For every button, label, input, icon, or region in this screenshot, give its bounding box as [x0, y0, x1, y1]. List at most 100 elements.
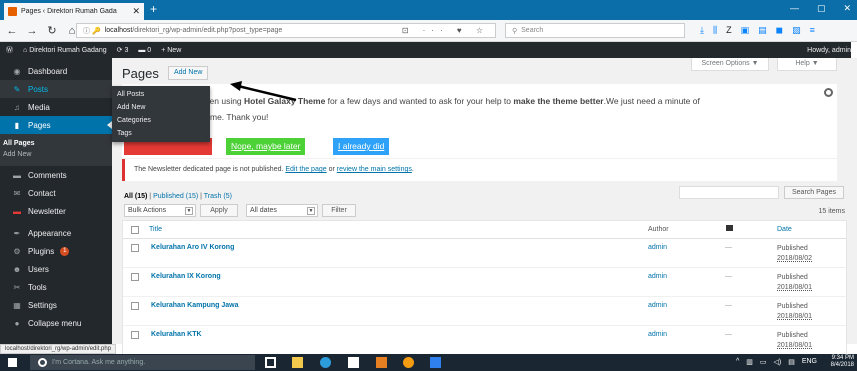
xampp-icon[interactable] — [376, 357, 387, 368]
flyout-item-categories[interactable]: Categories — [117, 114, 210, 127]
task-view-icon[interactable] — [265, 357, 276, 368]
search-pages-button[interactable]: Search Pages — [784, 186, 844, 199]
sidebar-item-settings[interactable]: ▦ Settings — [0, 296, 112, 314]
page-title-link[interactable]: Kelurahan Aro IV Korong — [151, 244, 234, 251]
language-indicator[interactable]: ENG — [802, 358, 817, 366]
forward-icon[interactable]: → — [24, 25, 40, 37]
title-column-header[interactable]: Title — [149, 226, 162, 233]
edge-icon[interactable] — [320, 357, 331, 368]
already-did-button[interactable]: I already did — [333, 138, 390, 155]
author-link[interactable]: admin — [648, 331, 667, 338]
new-content-link[interactable]: + New — [161, 47, 181, 54]
minimize-icon[interactable]: — — [790, 3, 799, 14]
maybe-later-button[interactable]: Nope, maybe later — [226, 138, 306, 155]
browser-tab[interactable]: Pages ‹ Direktori Rumah Gada ✕ — [4, 3, 144, 20]
updates-link[interactable]: ⟳ 3 — [117, 46, 129, 54]
search-pages-input[interactable] — [679, 186, 779, 199]
screenshot-icon[interactable]: ▣ — [741, 25, 750, 36]
sidebar-item-newsletter[interactable]: ▬ Newsletter — [0, 202, 112, 220]
review-settings-link[interactable]: review the main settings — [337, 166, 412, 173]
back-icon[interactable]: ← — [4, 25, 20, 37]
date-filter-select[interactable]: All dates ▼ — [246, 204, 318, 217]
menu-icon[interactable]: ≡ — [810, 25, 815, 36]
apply-button[interactable]: Apply — [200, 204, 238, 217]
sidebar-item-posts[interactable]: ✎ Posts — [0, 80, 112, 98]
help-button[interactable]: Help ▼ — [777, 58, 837, 71]
browser-search-input[interactable]: ⚲ Search — [505, 23, 685, 38]
notification-icon[interactable]: ▤ — [788, 358, 795, 366]
author-link[interactable]: admin — [648, 302, 667, 309]
sidebar-item-dashboard[interactable]: ◉ Dashboard — [0, 62, 112, 80]
filter-all[interactable]: All (15) — [124, 193, 147, 200]
page-date: Published 2018/08/01 — [777, 303, 813, 320]
sidebar-item-comments[interactable]: ▬ Comments — [0, 166, 112, 184]
close-window-icon[interactable]: ✕ — [843, 3, 851, 14]
screen-options-button[interactable]: Screen Options ▼ — [691, 58, 769, 71]
page-date: Published 2018/08/01 — [777, 332, 813, 349]
row-checkbox[interactable] — [131, 331, 139, 339]
extension-icon[interactable]: ◼ — [776, 25, 783, 36]
row-checkbox[interactable] — [131, 302, 139, 310]
taskbar-clock[interactable]: 9:34 PM 8/4/2018 — [831, 355, 854, 369]
collapse-menu-button[interactable]: ● Collapse menu — [0, 314, 112, 332]
row-checkbox[interactable] — [131, 273, 139, 281]
row-checkbox[interactable] — [131, 244, 139, 252]
comment-icon: ▬ — [13, 170, 21, 180]
firefox-icon[interactable] — [403, 357, 414, 368]
volume-icon[interactable]: ◁) — [773, 358, 781, 366]
flyout-item-add-new[interactable]: Add New — [117, 101, 210, 114]
flyout-item-tags[interactable]: Tags — [117, 127, 210, 140]
filter-published[interactable]: Published (15) — [153, 193, 198, 200]
dismiss-notice-icon[interactable] — [824, 88, 833, 97]
reload-icon[interactable]: ↻ — [44, 24, 60, 37]
addon-icon[interactable]: ▤ — [758, 25, 767, 36]
battery-icon[interactable]: ▭ — [760, 358, 767, 366]
close-tab-icon[interactable]: ✕ — [132, 6, 140, 17]
newsletter-notice: The Newsletter dedicated page is not pub… — [122, 159, 837, 181]
wordpress-logo-icon[interactable]: Ⓦ — [6, 45, 13, 55]
toolbar-icons: ⤓ ⫼ Z ▣ ▤ ◼ ▨ ≡ — [700, 25, 815, 36]
cortana-search-box[interactable]: I'm Cortana. Ask me anything. — [30, 355, 255, 370]
store-icon[interactable] — [348, 357, 359, 368]
library-icon[interactable]: ⫼ — [713, 25, 717, 36]
site-name-link[interactable]: ⌂ Direktori Rumah Gadang — [23, 47, 107, 54]
url-bar[interactable]: ⓘ 🔑 localhost/direktori_rg/wp-admin/edit… — [76, 23, 496, 38]
comment-count: — — [725, 244, 732, 251]
new-tab-icon[interactable]: + — [150, 2, 157, 16]
add-new-page-button[interactable]: Add New — [168, 66, 209, 80]
zotero-icon[interactable]: Z — [726, 25, 732, 36]
sidebar-item-pages[interactable]: ▮ Pages — [0, 116, 112, 134]
comments-link[interactable]: ▬ 0 — [138, 47, 151, 54]
page-title-link[interactable]: Kelurahan Kampung Jawa — [151, 302, 239, 309]
page-title-link[interactable]: Kelurahan KTK — [151, 331, 202, 338]
filter-trash[interactable]: Trash (5) — [204, 193, 232, 200]
page-actions-icons[interactable]: ⊡ ··· ♥ ☆ — [402, 26, 489, 35]
sidebar-subitem-all-pages[interactable]: All Pages — [0, 138, 112, 149]
sidebar-item-tools[interactable]: ✂ Tools — [0, 278, 112, 296]
edit-page-link[interactable]: Edit the page — [285, 166, 326, 173]
howdy-account[interactable]: Howdy, admin — [807, 47, 851, 54]
tray-expand-icon[interactable]: ^ — [736, 358, 739, 366]
maximize-icon[interactable]: ▢ — [817, 3, 826, 14]
author-link[interactable]: admin — [648, 244, 667, 251]
sidebar-subitem-add-new[interactable]: Add New — [0, 149, 112, 160]
sidebar-item-users[interactable]: ☻ Users — [0, 260, 112, 278]
file-explorer-icon[interactable] — [292, 357, 303, 368]
page-title-link[interactable]: Kelurahan IX Korong — [151, 273, 221, 280]
app-icon[interactable] — [430, 357, 441, 368]
select-all-checkbox[interactable] — [131, 226, 139, 234]
download-icon[interactable]: ⤓ — [700, 25, 704, 36]
sidebar-item-contact[interactable]: ✉ Contact — [0, 184, 112, 202]
site-info-icon[interactable]: ⓘ 🔑 — [83, 26, 101, 36]
sidebar-item-media[interactable]: ♫ Media — [0, 98, 112, 116]
author-link[interactable]: admin — [648, 273, 667, 280]
sidebar-item-plugins[interactable]: ⚙ Plugins 1 — [0, 242, 112, 260]
filter-button[interactable]: Filter — [322, 204, 356, 217]
network-icon[interactable]: ▥ — [746, 358, 753, 366]
sidebar-item-appearance[interactable]: ✒ Appearance — [0, 224, 112, 242]
windows-start-icon[interactable] — [8, 358, 17, 367]
date-column-header[interactable]: Date — [777, 226, 792, 233]
flyout-item-all-posts[interactable]: All Posts — [117, 88, 210, 101]
bulk-actions-select[interactable]: Bulk Actions ▼ — [124, 204, 196, 217]
photo-icon[interactable]: ▨ — [792, 25, 801, 36]
